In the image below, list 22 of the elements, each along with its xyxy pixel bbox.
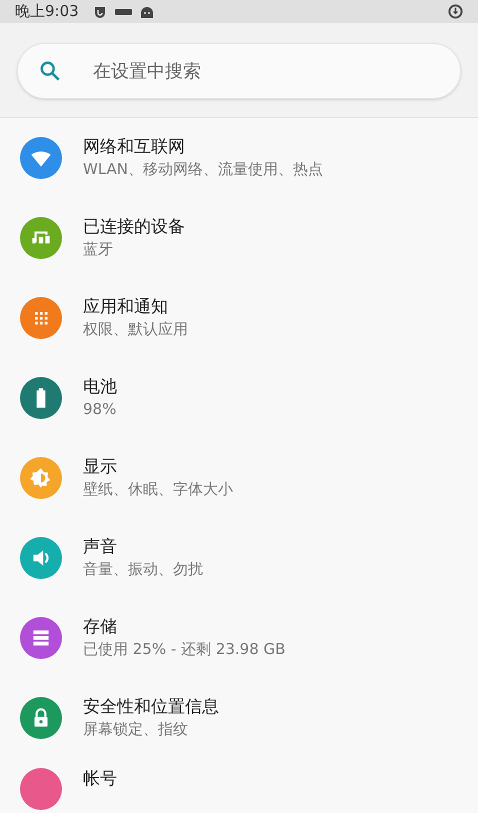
search-field[interactable]: 在设置中搜索 [17,43,461,99]
item-title[interactable]: 声音 [83,536,203,559]
item-title[interactable]: 存储 [83,616,286,639]
item-title[interactable]: 帐号 [83,768,117,791]
minus-icon [114,8,132,14]
item-subtitle: 壁纸、休眠、字体大小 [83,479,233,500]
item-subtitle: 屏幕锁定、指纹 [83,719,189,740]
item-subtitle: WLAN、移动网络、流量使用、热点 [83,159,324,180]
status-time: 晚上9:03 [15,1,79,22]
item-subtitle: 98% [83,399,117,420]
item-title[interactable]: 网络和互联网 [83,136,324,159]
item-subtitle: 权限、默认应用 [83,319,188,340]
item-subtitle: 蓝牙 [83,239,114,260]
item-title[interactable]: 应用和通知 [83,296,188,319]
item-subtitle: 音量、振动、勿扰 [83,559,203,580]
item-title[interactable]: 安全性和位置信息 [83,696,219,719]
item-title[interactable]: 电池 [83,376,117,399]
item-subtitle: 已使用 25% - 还剩 23.98 GB [83,639,286,660]
item-title[interactable]: 显示 [83,456,233,479]
notification-icon [92,4,107,18]
item-title[interactable]: 已连接的设备 [83,216,185,239]
search-icon [39,60,61,82]
